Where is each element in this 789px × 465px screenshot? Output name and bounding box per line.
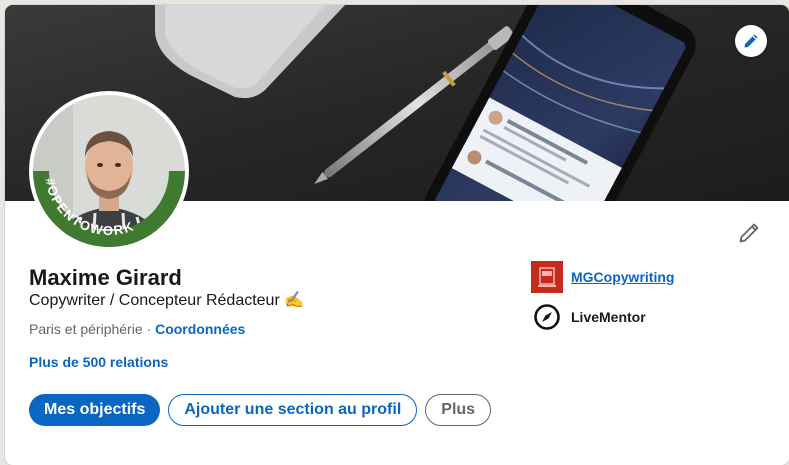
company-item[interactable]: MGCopywriting: [531, 261, 674, 293]
profile-name: Maxime Girard: [29, 265, 182, 290]
mgcopywriting-logo: [531, 261, 563, 293]
company-name: LiveMentor: [571, 309, 646, 325]
experience-summary: MGCopywriting LiveMentor: [531, 261, 674, 341]
separator: ·: [146, 321, 152, 337]
profile-card: #OPENTOWORK Maxime Girard Copywriter / C…: [5, 5, 789, 465]
compass-logo: [531, 301, 563, 333]
profile-photo[interactable]: #OPENTOWORK: [29, 91, 189, 251]
pencil-icon: [739, 223, 759, 243]
avatar: #OPENTOWORK: [33, 95, 185, 247]
pencil-icon: [744, 34, 758, 48]
edit-intro-button[interactable]: [737, 221, 761, 245]
company-name[interactable]: MGCopywriting: [571, 269, 674, 285]
edit-banner-button[interactable]: [735, 25, 767, 57]
goals-button[interactable]: Mes objectifs: [29, 394, 161, 426]
avatar-image: #OPENTOWORK: [33, 95, 185, 247]
contact-info-link[interactable]: Coordonnées: [155, 321, 245, 337]
profile-headline: Copywriter / Concepteur Rédacteur ✍️: [29, 292, 305, 309]
connections-link[interactable]: Plus de 500 relations: [29, 352, 168, 372]
add-profile-section-button[interactable]: Ajouter une section au profil: [168, 394, 418, 426]
more-button[interactable]: Plus: [425, 394, 492, 426]
profile-location: Paris et périphérie: [29, 321, 143, 337]
profile-actions: Mes objectifs Ajouter une section au pro…: [29, 394, 492, 426]
company-item[interactable]: LiveMentor: [531, 301, 674, 333]
profile-location-line: Paris et périphérie · Coordonnées: [29, 319, 245, 339]
